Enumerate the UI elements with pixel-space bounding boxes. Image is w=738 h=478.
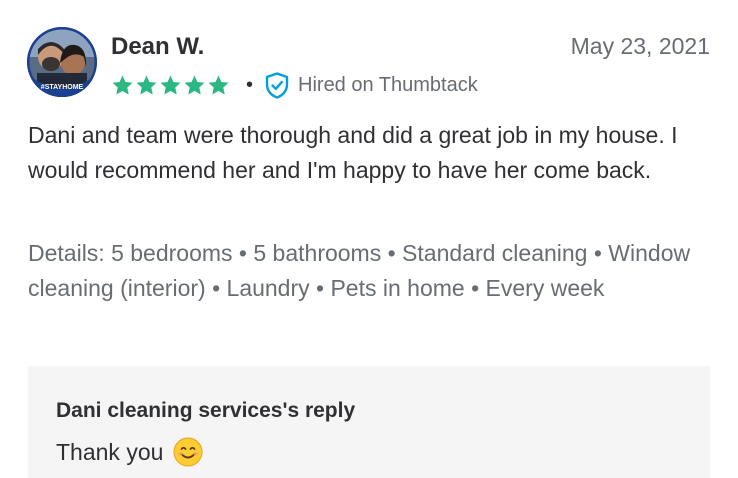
job-details: Details: 5 bedrooms • 5 bathrooms • Stan… [28,240,691,301]
hired-on-thumbtack-label: Hired on Thumbtack [298,74,478,96]
reply-title: Dani cleaning services's reply [56,399,356,422]
reply-text: Thank you [56,439,164,465]
star-icon [136,74,157,95]
separator-dot: • [246,74,254,96]
reviewer-avatar: #STAYHOME [27,27,97,97]
review-date: May 23, 2021 [570,33,710,59]
star-icon [208,74,229,95]
star-icon [112,74,133,95]
star-icon [184,74,205,95]
shield-check-icon [265,71,289,99]
reviewer-name: Dean W. [111,33,205,60]
reply-text-row: Thank you [56,436,203,468]
star-rating [111,74,230,97]
smiling-face-emoji-icon [173,437,203,467]
rating-row: • Hired on Thumbtack [111,70,478,100]
provider-reply: Dani cleaning services's reply Thank you [28,366,710,478]
avatar-badge-text: #STAYHOME [41,84,84,91]
review-body: Dani and team were thorough and did a gr… [28,122,678,183]
star-icon [160,74,181,95]
